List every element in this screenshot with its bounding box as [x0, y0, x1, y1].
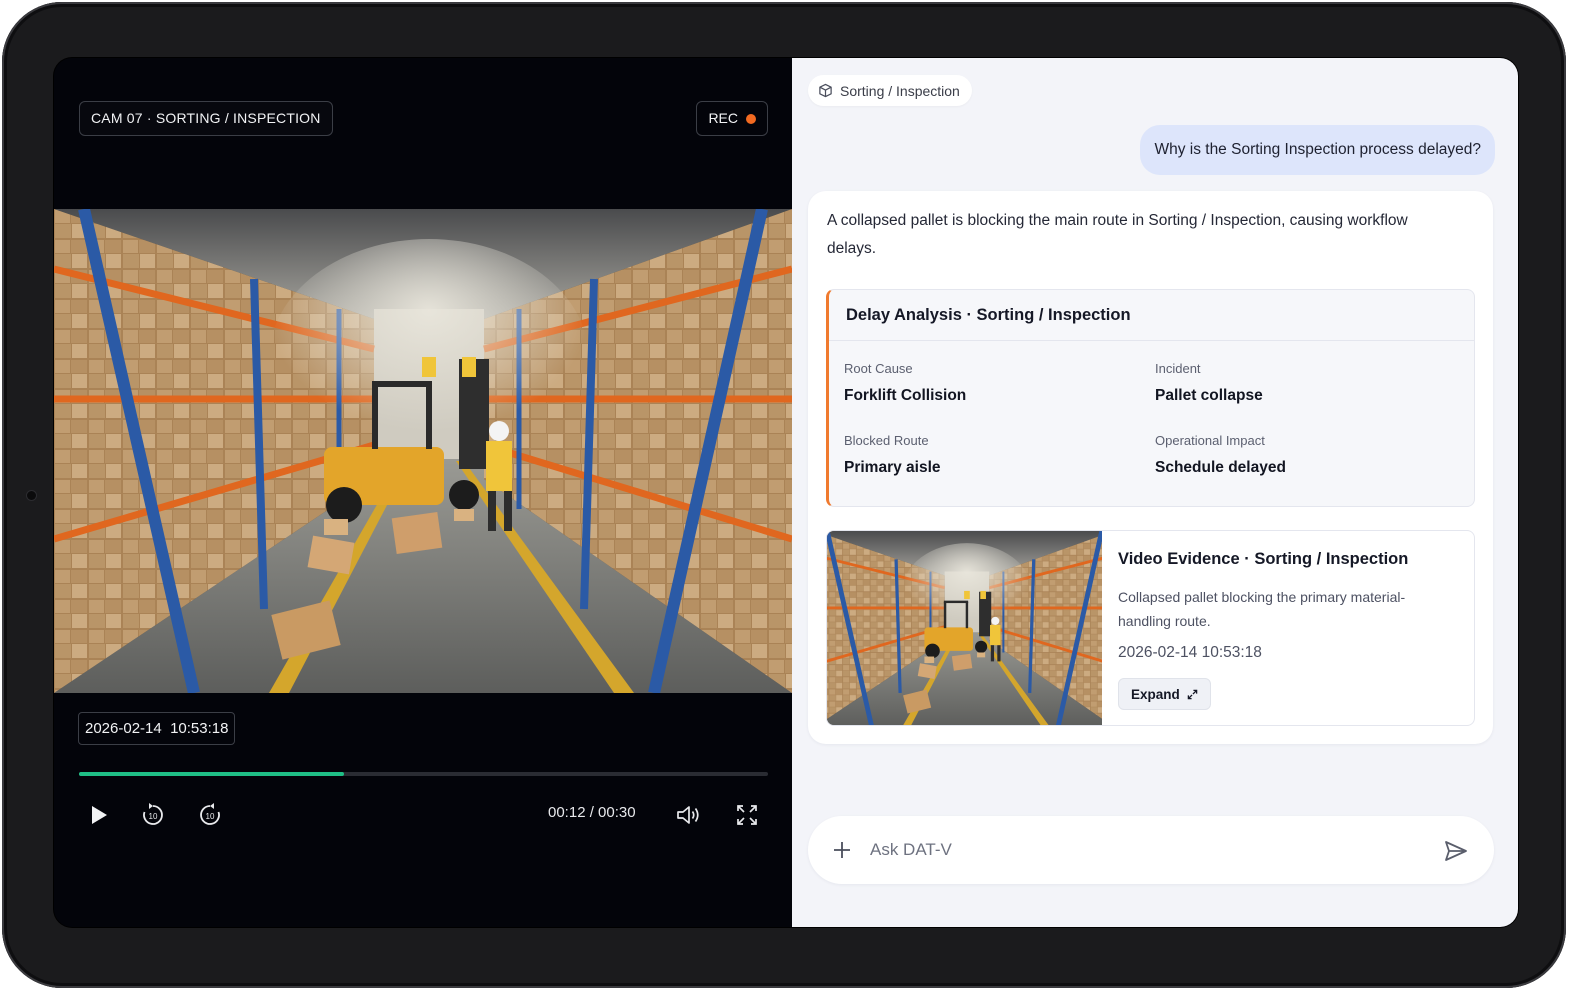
warehouse-frame-image [54, 209, 792, 693]
evidence-timestamp: 2026-02-14 10:53:18 [1118, 644, 1262, 661]
time-readout: 00:12 / 00:30 [548, 804, 636, 821]
volume-button[interactable] [671, 798, 705, 832]
expand-label: Expand [1131, 686, 1180, 702]
cube-icon [819, 83, 832, 98]
ask-input[interactable] [870, 835, 1410, 865]
field-root-cause: Root Cause Forklift Collision [844, 361, 966, 405]
delay-analysis-card: Delay Analysis · Sorting / Inspection Ro… [826, 289, 1475, 507]
play-button[interactable] [82, 798, 116, 832]
forward-10-button[interactable]: 10 [193, 798, 227, 832]
rewind-10-button[interactable]: 10 [136, 798, 170, 832]
field-value: Primary aisle [844, 459, 941, 476]
expand-icon [1187, 689, 1198, 699]
context-chip-label: Sorting / Inspection [840, 82, 960, 99]
field-value: Pallet collapse [1155, 387, 1263, 404]
context-chip[interactable]: Sorting / Inspection [808, 75, 972, 106]
svg-text:10: 10 [149, 812, 158, 821]
delay-analysis-title: Delay Analysis · Sorting / Inspection [829, 290, 1474, 341]
rec-label: REC [708, 110, 738, 126]
answer-text: A collapsed pallet is blocking the main … [827, 212, 1408, 257]
camera-label: CAM 07 · SORTING / INSPECTION [79, 101, 333, 136]
fullscreen-icon [737, 805, 757, 825]
forward-10-icon: 10 [200, 803, 220, 825]
field-blocked-route: Blocked Route Primary aisle [844, 433, 941, 477]
field-operational-impact: Operational Impact Schedule delayed [1155, 433, 1286, 477]
evidence-title: Video Evidence · Sorting / Inspection [1118, 550, 1409, 568]
progress-bar[interactable] [79, 772, 768, 776]
field-value: Schedule delayed [1155, 459, 1286, 476]
field-value: Forklift Collision [844, 387, 967, 404]
evidence-description: Collapsed pallet blocking the primary ma… [1118, 589, 1406, 629]
play-icon [92, 806, 107, 824]
user-message: Why is the Sorting Inspection process de… [1140, 125, 1495, 175]
video-timestamp: 2026-02-14 10:53:18 [78, 712, 236, 745]
front-camera [27, 491, 36, 500]
plus-icon[interactable] [830, 838, 854, 862]
field-incident: Incident Pallet collapse [1155, 361, 1263, 405]
tablet-frame: CAM 07 · SORTING / INSPECTION REC 2026-0… [2, 2, 1566, 988]
ask-bar [808, 816, 1494, 884]
progress-fill [79, 772, 345, 776]
video-evidence-card: Video Evidence · Sorting / Inspection Co… [826, 530, 1475, 726]
rec-dot-icon [746, 113, 756, 124]
send-icon[interactable] [1442, 837, 1470, 865]
field-label: Blocked Route [844, 433, 929, 448]
volume-icon [677, 806, 699, 824]
video-feed[interactable] [54, 209, 792, 693]
field-label: Incident [1155, 361, 1201, 376]
field-label: Operational Impact [1155, 433, 1265, 448]
svg-text:10: 10 [206, 812, 215, 821]
video-player: CAM 07 · SORTING / INSPECTION REC 2026-0… [54, 58, 792, 927]
screen: CAM 07 · SORTING / INSPECTION REC 2026-0… [54, 58, 1518, 927]
chat-panel: Sorting / Inspection Why is the Sorting … [792, 58, 1518, 927]
rewind-10-icon: 10 [143, 803, 163, 825]
assistant-response: A collapsed pallet is blocking the main … [808, 191, 1493, 744]
field-label: Root Cause [844, 361, 913, 376]
evidence-thumbnail[interactable] [827, 531, 1102, 726]
evidence-thumbnail-image [827, 531, 1102, 726]
expand-button[interactable]: Expand [1118, 678, 1211, 710]
rec-badge: REC [696, 101, 768, 136]
fullscreen-button[interactable] [730, 798, 764, 832]
